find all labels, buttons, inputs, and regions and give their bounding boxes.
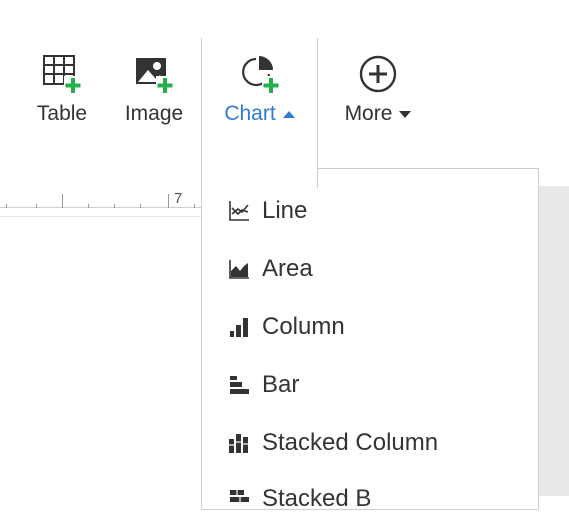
pie-chart-add-icon — [241, 56, 280, 94]
menu-item-label: Area — [262, 255, 313, 282]
ruler-tick — [62, 194, 63, 208]
more-button[interactable]: More — [330, 30, 426, 150]
ruler-tick — [168, 194, 169, 208]
ruler-tick — [114, 204, 115, 208]
ruler-tick — [6, 204, 7, 208]
insert-chart-button[interactable]: Chart — [201, 38, 318, 188]
ruler-tick — [140, 204, 141, 208]
ruler-tick — [88, 204, 89, 208]
table-add-icon — [43, 55, 82, 94]
menu-item-label: Line — [262, 197, 308, 224]
bar-chart-icon — [230, 376, 249, 394]
stacked-bar-chart-icon — [230, 490, 249, 502]
menu-item-line[interactable]: Line — [228, 191, 307, 231]
document-background — [538, 186, 569, 496]
caret-up-icon — [282, 110, 295, 118]
table-label: Table — [36, 102, 88, 125]
caret-down-icon — [399, 110, 412, 118]
menu-item-stacked-bar[interactable]: Stacked B — [228, 479, 371, 519]
more-label-text: More — [344, 102, 393, 125]
menu-item-bar[interactable]: Bar — [228, 365, 299, 405]
ruler-baseline — [0, 207, 202, 208]
plus-circle-icon — [359, 55, 397, 93]
insert-image-button[interactable]: Image — [112, 30, 196, 150]
menu-item-column[interactable]: Column — [228, 307, 345, 347]
area-chart-icon — [229, 260, 249, 279]
chart-label: Chart — [224, 102, 295, 126]
insert-table-button[interactable]: Table — [24, 30, 100, 150]
more-label: More — [345, 102, 412, 126]
menu-item-label: Bar — [262, 371, 300, 398]
column-chart-icon — [230, 318, 248, 337]
stacked-column-chart-icon — [229, 434, 248, 453]
image-label: Image — [124, 102, 184, 125]
chart-type-dropdown: Line Area Column Bar Stacked Column Stac… — [201, 168, 539, 512]
menu-item-label: Stacked B — [262, 485, 372, 512]
ruler-tick — [36, 204, 37, 208]
ruler-tick — [194, 204, 195, 208]
menu-item-stacked-column[interactable]: Stacked Column — [228, 423, 438, 463]
horizontal-ruler[interactable]: 7 — [0, 186, 202, 217]
chart-label-text: Chart — [224, 102, 276, 125]
menu-item-label: Stacked Column — [262, 429, 439, 456]
ruler-number: 7 — [174, 190, 183, 207]
image-add-icon — [136, 58, 174, 94]
menu-item-area[interactable]: Area — [228, 249, 313, 289]
menu-item-label: Column — [262, 313, 345, 340]
line-chart-icon — [229, 201, 249, 221]
insert-toolbar: Table Image Chart More — [0, 0, 569, 188]
